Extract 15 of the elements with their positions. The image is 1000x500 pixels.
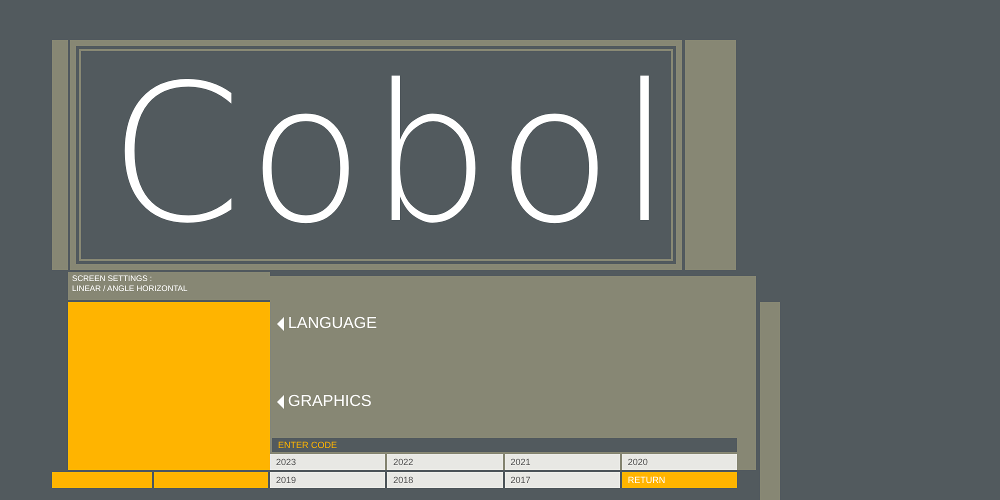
year-key[interactable]: 2017 — [504, 472, 620, 488]
left-arrow-icon — [277, 317, 284, 331]
left-arrow-icon — [277, 395, 284, 409]
settings-title: SCREEN SETTINGS : — [72, 274, 154, 284]
year-key[interactable]: 2022 — [387, 454, 502, 470]
year-key[interactable]: 2021 — [504, 454, 620, 470]
year-key[interactable]: 2019 — [270, 472, 386, 488]
year-key[interactable]: 2018 — [387, 472, 502, 488]
code-label: ENTER CODE — [278, 440, 338, 450]
menu-item[interactable]: GRAPHICS — [288, 394, 372, 410]
logo-title: Cobol — [109, 60, 678, 250]
year-key[interactable]: 2023 — [270, 454, 386, 470]
year-key[interactable]: 2020 — [622, 454, 737, 470]
settings-value: LINEAR / ANGLE HORIZONTAL — [72, 284, 188, 294]
menu-item[interactable]: LANGUAGE — [288, 316, 377, 332]
